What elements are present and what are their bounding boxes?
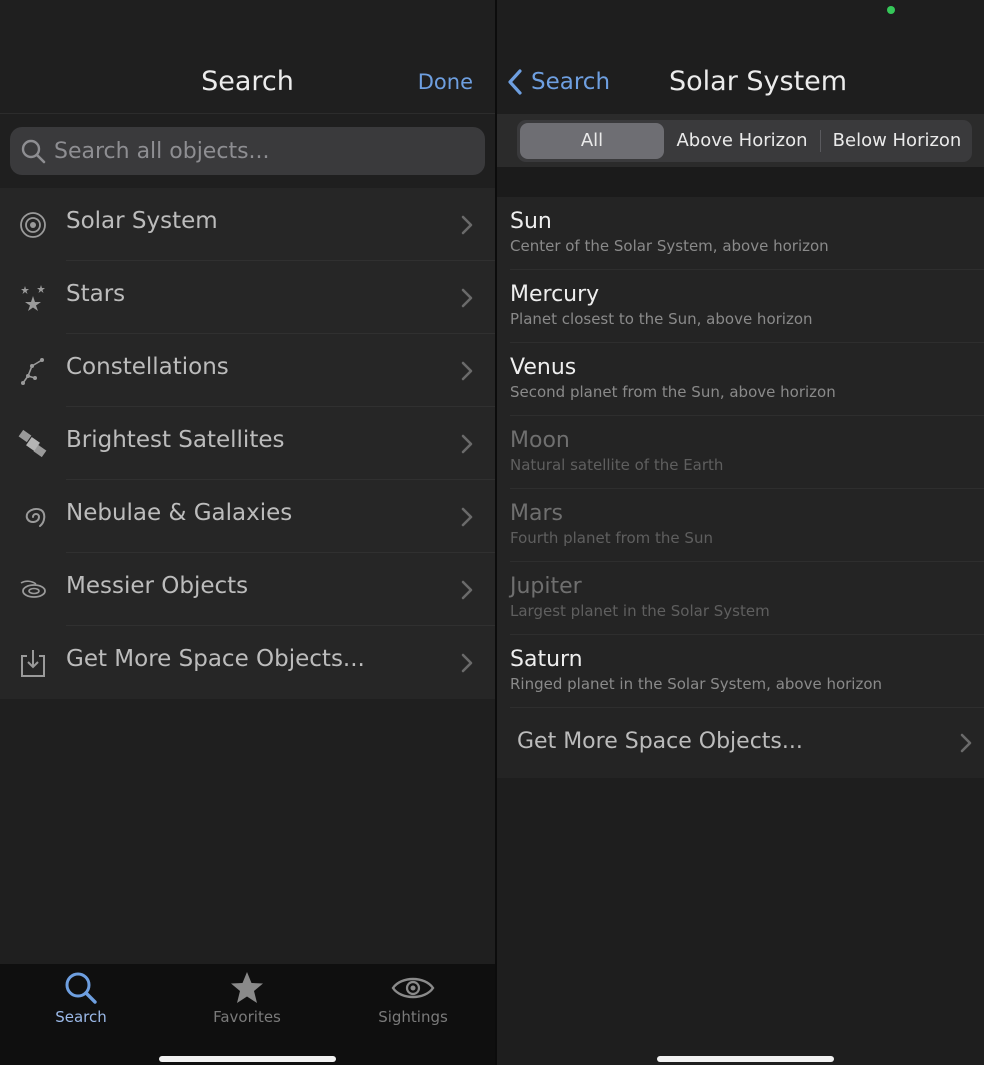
search-input[interactable] [54, 138, 454, 164]
satellite-icon [18, 429, 47, 458]
category-label: Solar System [66, 208, 218, 234]
object-description: Ringed planet in the Solar System, above… [510, 675, 883, 693]
category-label: Stars [66, 281, 126, 307]
object-list: Sun Center of the Solar System, above ho… [497, 197, 984, 708]
search-pane: Search Done Solar System Stars [0, 0, 495, 1065]
segment-divider [820, 130, 821, 152]
object-name: Moon [510, 428, 570, 453]
object-row-jupiter[interactable]: Jupiter Largest planet in the Solar Syst… [497, 562, 984, 635]
get-more-objects-row[interactable]: Get More Space Objects... [497, 708, 984, 778]
object-description: Center of the Solar System, above horizo… [510, 237, 829, 255]
horizon-filter-bar: All Above Horizon Below Horizon [497, 114, 984, 167]
object-row-mars[interactable]: Mars Fourth planet from the Sun [497, 489, 984, 562]
chevron-right-icon [461, 288, 473, 308]
star-icon [231, 972, 263, 1003]
chevron-right-icon [461, 653, 473, 673]
chevron-right-icon [461, 434, 473, 454]
category-list: Solar System Stars Constellations Bright… [0, 188, 495, 699]
category-label: Brightest Satellites [66, 427, 285, 453]
object-row-moon[interactable]: Moon Natural satellite of the Earth [497, 416, 984, 489]
segment-below-horizon[interactable]: Below Horizon [822, 120, 972, 162]
category-nebulae-galaxies[interactable]: Nebulae & Galaxies [0, 480, 495, 553]
object-description: Largest planet in the Solar System [510, 602, 770, 620]
category-label: Nebulae & Galaxies [66, 500, 293, 526]
home-indicator[interactable] [657, 1056, 834, 1062]
solar-system-pane: Search Solar System All Above Horizon Be… [497, 0, 984, 1065]
section-spacer [497, 167, 984, 197]
page-title: Solar System [669, 66, 848, 97]
search-field[interactable] [10, 127, 485, 175]
category-solar-system[interactable]: Solar System [0, 188, 495, 261]
segmented-control: All Above Horizon Below Horizon [517, 120, 972, 162]
object-row-venus[interactable]: Venus Second planet from the Sun, above … [497, 343, 984, 416]
done-button[interactable]: Done [418, 70, 473, 94]
category-label: Get More Space Objects... [66, 646, 365, 672]
search-icon [65, 972, 97, 1004]
search-nav-bar: Search Done [0, 0, 495, 114]
tab-label: Sightings [378, 1008, 448, 1026]
tab-favorites[interactable]: Favorites [187, 970, 307, 1040]
category-label: Constellations [66, 354, 229, 380]
back-label: Search [531, 69, 611, 95]
object-name: Venus [510, 355, 577, 380]
category-label: Messier Objects [66, 573, 249, 599]
chevron-right-icon [461, 580, 473, 600]
solar-system-icon [20, 212, 46, 238]
category-get-more[interactable]: Get More Space Objects... [0, 626, 495, 699]
chevron-left-icon [508, 69, 522, 95]
object-name: Mercury [510, 282, 600, 307]
chevron-right-icon [461, 215, 473, 235]
segment-above-horizon[interactable]: Above Horizon [667, 120, 817, 162]
status-indicator-dot [887, 6, 895, 14]
object-row-saturn[interactable]: Saturn Ringed planet in the Solar System… [497, 635, 984, 708]
category-stars[interactable]: Stars [0, 261, 495, 334]
object-description: Planet closest to the Sun, above horizon [510, 310, 813, 328]
tab-search[interactable]: Search [21, 970, 141, 1040]
category-brightest-satellites[interactable]: Brightest Satellites [0, 407, 495, 480]
object-description: Second planet from the Sun, above horizo… [510, 383, 836, 401]
messier-icon [20, 580, 46, 598]
object-name: Jupiter [510, 574, 582, 599]
object-description: Fourth planet from the Sun [510, 529, 713, 547]
segment-all[interactable]: All [520, 123, 664, 159]
chevron-right-icon [461, 361, 473, 381]
object-description: Natural satellite of the Earth [510, 456, 724, 474]
object-row-sun[interactable]: Sun Center of the Solar System, above ho… [497, 197, 984, 270]
get-more-label: Get More Space Objects... [517, 729, 803, 754]
tab-bar: Search Favorites Sightings [0, 964, 495, 1065]
tab-label: Favorites [213, 1008, 281, 1026]
tab-label: Search [55, 1008, 107, 1026]
back-button[interactable]: Search [507, 68, 610, 96]
constellation-icon [21, 358, 44, 385]
category-messier-objects[interactable]: Messier Objects [0, 553, 495, 626]
chevron-right-icon [461, 507, 473, 527]
stars-icon [21, 285, 45, 311]
chevron-right-icon [960, 733, 972, 753]
object-name: Sun [510, 209, 552, 234]
tab-sightings[interactable]: Sightings [353, 970, 473, 1040]
galaxy-icon [25, 508, 46, 527]
object-name: Mars [510, 501, 563, 526]
download-icon [21, 650, 45, 677]
search-icon [21, 139, 46, 164]
eye-icon [391, 977, 435, 999]
home-indicator[interactable] [159, 1056, 336, 1062]
category-constellations[interactable]: Constellations [0, 334, 495, 407]
object-row-mercury[interactable]: Mercury Planet closest to the Sun, above… [497, 270, 984, 343]
object-name: Saturn [510, 647, 583, 672]
